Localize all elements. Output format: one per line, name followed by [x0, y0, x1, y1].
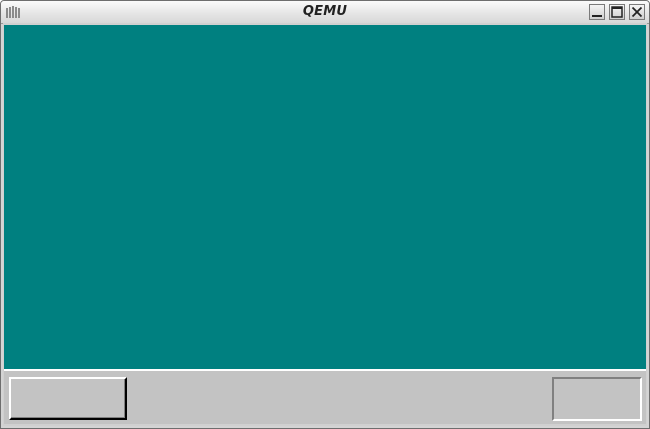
maximize-icon	[611, 6, 623, 18]
close-button[interactable]	[629, 4, 645, 20]
close-icon	[631, 6, 643, 18]
maximize-button[interactable]	[609, 4, 625, 20]
qemu-window: QEMU	[0, 0, 650, 429]
guest-taskbar	[4, 369, 646, 424]
minimize-icon	[592, 15, 602, 17]
system-tray	[552, 377, 642, 421]
start-button[interactable]	[9, 377, 127, 420]
window-title: QEMU	[302, 4, 348, 19]
minimize-button[interactable]	[589, 4, 605, 20]
guest-desktop[interactable]	[4, 25, 646, 369]
title-bar[interactable]: QEMU	[1, 1, 649, 24]
